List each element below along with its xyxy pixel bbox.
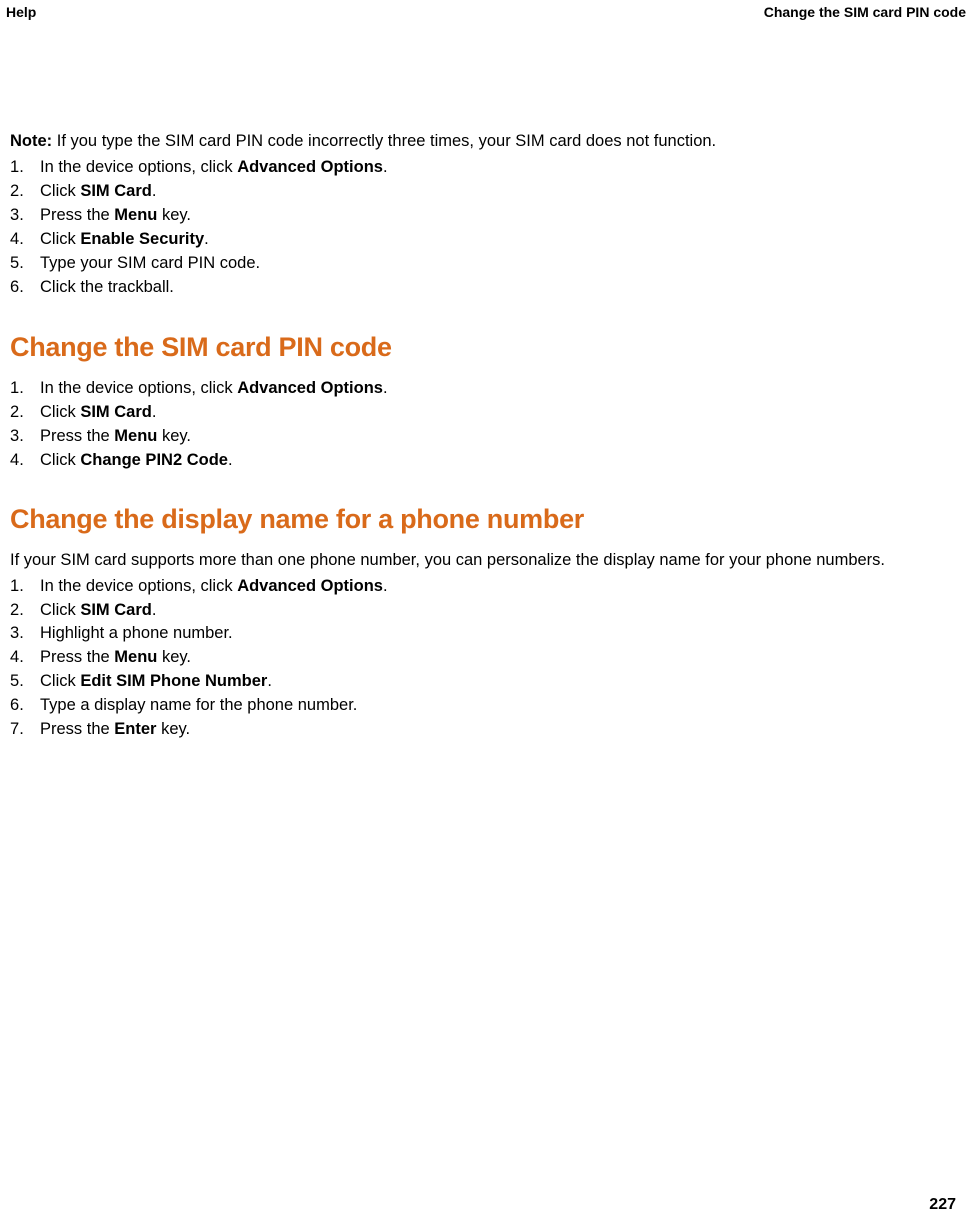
step-post: . <box>228 451 233 469</box>
step-post: . <box>152 601 157 619</box>
list-item: In the device options, click Advanced Op… <box>10 156 964 180</box>
step-post: . <box>383 379 388 397</box>
step-text: Press the <box>40 206 114 224</box>
page-content: Note: If you type the SIM card PIN code … <box>0 20 974 742</box>
step-post: . <box>152 182 157 200</box>
step-bold: SIM Card <box>80 403 152 421</box>
step-bold: Menu <box>114 427 157 445</box>
step-text: Type your SIM card PIN code. <box>40 254 260 272</box>
list-item: Click Enable Security. <box>10 228 964 252</box>
step-post: key. <box>157 206 191 224</box>
note-label: Note: <box>10 132 52 150</box>
page-number: 227 <box>929 1196 956 1214</box>
list-item: Click SIM Card. <box>10 599 964 623</box>
step-text: Click <box>40 182 80 200</box>
step-text: Click <box>40 451 80 469</box>
step-text: In the device options, click <box>40 158 237 176</box>
step-post: key. <box>157 427 191 445</box>
section3-intro: If your SIM card supports more than one … <box>10 549 964 572</box>
step-text: In the device options, click <box>40 577 237 595</box>
section3-steps: In the device options, click Advanced Op… <box>10 575 964 742</box>
step-bold: Menu <box>114 206 157 224</box>
list-item: Click Change PIN2 Code. <box>10 449 964 473</box>
step-text: Highlight a phone number. <box>40 624 233 642</box>
step-bold: Change PIN2 Code <box>80 451 228 469</box>
list-item: Click SIM Card. <box>10 401 964 425</box>
section1-steps: In the device options, click Advanced Op… <box>10 156 964 300</box>
step-text: Click <box>40 672 80 690</box>
step-post: . <box>383 158 388 176</box>
step-text: Click <box>40 403 80 421</box>
section3-heading: Change the display name for a phone numb… <box>10 504 964 535</box>
step-text: Click <box>40 230 80 248</box>
list-item: Highlight a phone number. <box>10 622 964 646</box>
step-bold: SIM Card <box>80 182 152 200</box>
list-item: Press the Menu key. <box>10 204 964 228</box>
list-item: Click SIM Card. <box>10 180 964 204</box>
header-right: Change the SIM card PIN code <box>764 4 966 20</box>
step-bold: Advanced Options <box>237 577 383 595</box>
step-post: . <box>383 577 388 595</box>
list-item: Click Edit SIM Phone Number. <box>10 670 964 694</box>
step-text: In the device options, click <box>40 379 237 397</box>
list-item: In the device options, click Advanced Op… <box>10 575 964 599</box>
step-bold: Advanced Options <box>237 158 383 176</box>
step-text: Press the <box>40 427 114 445</box>
list-item: Type a display name for the phone number… <box>10 694 964 718</box>
section2-heading: Change the SIM card PIN code <box>10 332 964 363</box>
list-item: Press the Enter key. <box>10 718 964 742</box>
step-text: Type a display name for the phone number… <box>40 696 357 714</box>
step-text: Click the trackball. <box>40 278 174 296</box>
page-header: Help Change the SIM card PIN code <box>0 0 974 20</box>
step-bold: Menu <box>114 648 157 666</box>
list-item: Type your SIM card PIN code. <box>10 252 964 276</box>
step-text: Press the <box>40 720 114 738</box>
step-post: . <box>152 403 157 421</box>
step-post: . <box>267 672 272 690</box>
list-item: Press the Menu key. <box>10 646 964 670</box>
note-line: Note: If you type the SIM card PIN code … <box>10 130 964 152</box>
step-bold: Enter <box>114 720 156 738</box>
step-bold: Edit SIM Phone Number <box>80 672 267 690</box>
step-bold: SIM Card <box>80 601 152 619</box>
step-post: key. <box>157 648 191 666</box>
list-item: Click the trackball. <box>10 276 964 300</box>
step-post: . <box>204 230 209 248</box>
step-bold: Advanced Options <box>237 379 383 397</box>
list-item: In the device options, click Advanced Op… <box>10 377 964 401</box>
step-bold: Enable Security <box>80 230 204 248</box>
step-text: Press the <box>40 648 114 666</box>
step-post: key. <box>156 720 190 738</box>
list-item: Press the Menu key. <box>10 425 964 449</box>
step-text: Click <box>40 601 80 619</box>
note-text: If you type the SIM card PIN code incorr… <box>52 132 716 150</box>
header-left: Help <box>6 4 36 20</box>
section2-steps: In the device options, click Advanced Op… <box>10 377 964 473</box>
